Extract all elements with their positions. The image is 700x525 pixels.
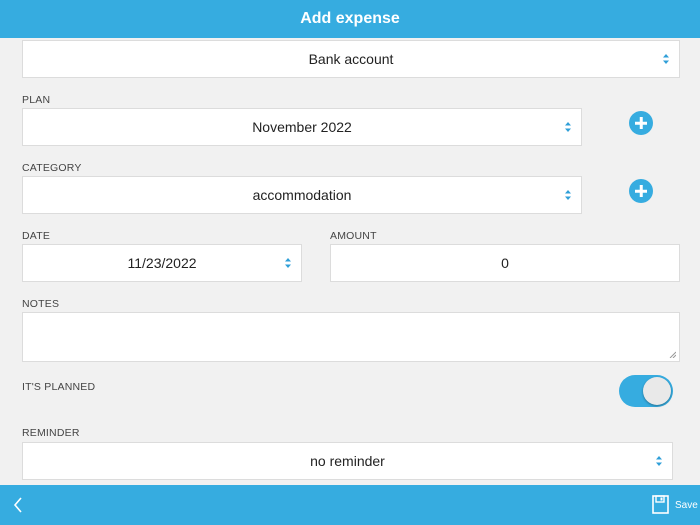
account-select[interactable]: Bank account	[22, 40, 680, 78]
planned-toggle[interactable]	[619, 375, 673, 407]
chevron-updown-icon	[285, 258, 291, 268]
plan-select[interactable]: November 2022	[22, 108, 582, 146]
plan-label: PLAN	[22, 94, 51, 106]
planned-label: IT'S PLANNED	[22, 381, 96, 393]
account-select-value: Bank account	[308, 51, 394, 67]
date-select-value: 11/23/2022	[127, 255, 197, 271]
notes-label: NOTES	[22, 298, 60, 310]
category-select-value: accommodation	[252, 187, 352, 203]
expense-form: Bank account PLAN November 2022 CATEGORY…	[0, 38, 700, 485]
back-button[interactable]	[10, 495, 26, 515]
notes-textarea[interactable]	[22, 312, 680, 362]
add-plan-button[interactable]	[629, 111, 653, 135]
reminder-select[interactable]: no reminder	[22, 442, 673, 480]
header-bar: Add expense	[0, 0, 700, 38]
plan-select-value: November 2022	[252, 119, 352, 135]
amount-input-value: 0	[501, 255, 509, 271]
footer-bar: Save	[0, 485, 700, 525]
category-select[interactable]: accommodation	[22, 176, 582, 214]
add-category-button[interactable]	[629, 179, 653, 203]
resize-handle-icon[interactable]	[669, 351, 676, 358]
category-label: CATEGORY	[22, 162, 82, 174]
chevron-updown-icon	[656, 456, 662, 466]
date-select[interactable]: 11/23/2022	[22, 244, 302, 282]
page-title: Add expense	[300, 10, 400, 27]
amount-label: AMOUNT	[330, 230, 377, 242]
chevron-updown-icon	[565, 122, 571, 132]
save-label: Save	[675, 500, 698, 511]
chevron-left-icon	[13, 497, 22, 513]
date-label: DATE	[22, 230, 51, 242]
reminder-select-value: no reminder	[310, 453, 385, 469]
chevron-updown-icon	[663, 54, 669, 64]
chevron-updown-icon	[565, 190, 571, 200]
reminder-label: REMINDER	[22, 427, 80, 439]
floppy-disk-icon	[652, 495, 669, 514]
toggle-knob	[643, 377, 671, 405]
amount-input[interactable]: 0	[330, 244, 680, 282]
